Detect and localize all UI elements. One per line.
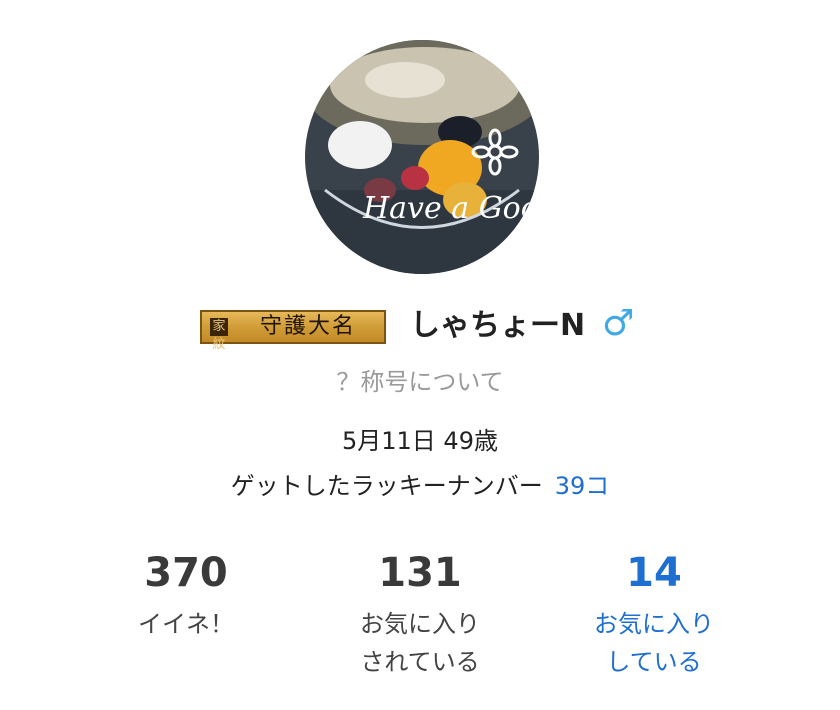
title-badge-text: 守護大名 [259,314,356,339]
stat-likes-label: イイネ！ [138,610,234,638]
stat-favoriting-link[interactable]: 14 お気に入り している [544,545,764,681]
stat-likes: 370 イイネ！ [76,545,296,643]
avatar-photo: Have a Good Day [305,40,539,274]
male-gender-icon: ♂ [602,303,635,344]
stat-favoriting-label-line2: している [606,648,702,676]
profile-avatar[interactable]: Have a Good Day [305,40,539,274]
avatar-text: Have a Good Day [362,191,539,226]
title-help-link[interactable]: ？称号について [0,362,840,397]
stat-favorited: 131 お気に入り されている [310,545,530,681]
stat-favoriting-value: 14 [626,550,682,596]
stat-favoriting-label-line1: お気に入り [594,610,714,638]
stat-likes-value: 370 [144,550,228,596]
stat-favorited-label-line2: されている [360,648,480,676]
username: しゃちょーN [410,308,586,343]
lucky-number-row: ゲットしたラッキーナンバー 39コ [0,466,840,501]
stat-favorited-value: 131 [378,550,462,596]
profile-name-row: 家紋 守護大名 しゃちょーN ♂ [0,300,840,352]
lucky-number-count-link[interactable]: 39コ [555,472,610,500]
stat-favorited-label-line1: お気に入り [360,610,480,638]
birthday-age: 5月11日 49歳 [342,427,498,455]
title-badge[interactable]: 家紋 守護大名 [200,310,386,352]
family-crest-icon: 家紋 [210,318,228,352]
lucky-number-label: ゲットしたラッキーナンバー [230,472,543,500]
